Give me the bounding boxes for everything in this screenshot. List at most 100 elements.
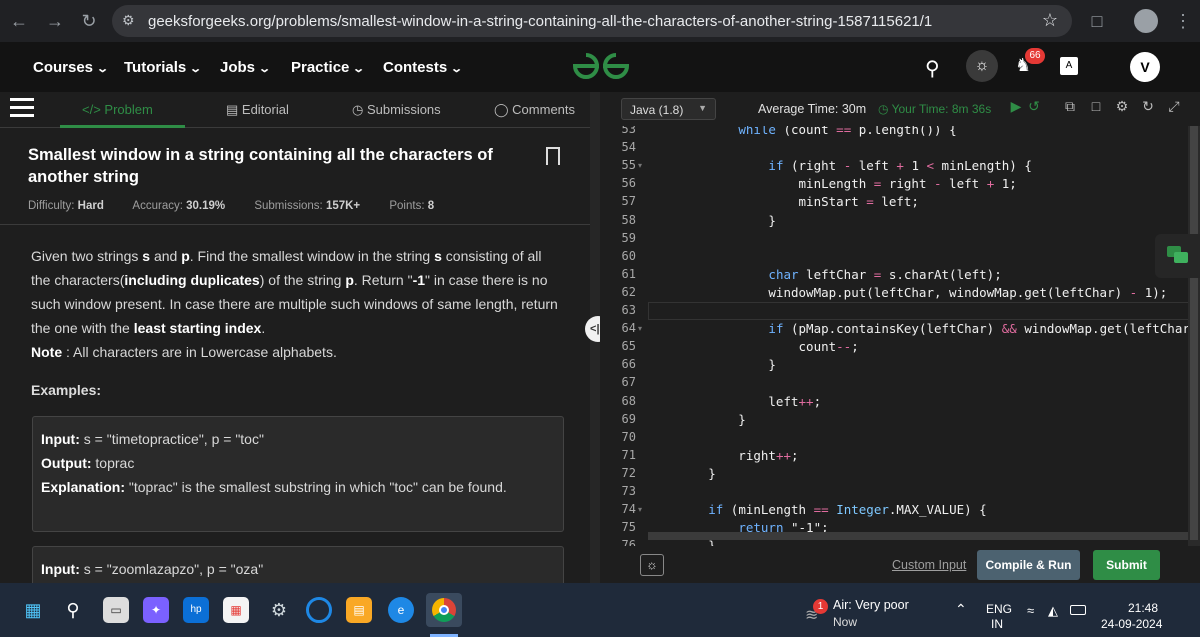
compile-run-button[interactable]: Compile & Run — [977, 550, 1080, 580]
code-line[interactable]: windowMap.put(leftChar, windowMap.get(le… — [648, 285, 1167, 300]
line-number: 70 — [621, 429, 636, 444]
tab-submissions[interactable]: ◷ Submissions — [352, 102, 441, 118]
windows-start-icon[interactable]: ▦ — [20, 597, 46, 623]
fold-arrow-icon[interactable]: ▾ — [638, 505, 642, 514]
edge-icon[interactable]: e — [388, 597, 414, 623]
example-box-2: Input: s = "zoomlazapzo", p = "oza" — [32, 546, 564, 586]
file-icon[interactable]: □ — [1088, 98, 1104, 116]
menu-tutorials[interactable]: Tutorials ⌄ — [124, 59, 202, 76]
timer-icon: ◷ — [878, 102, 892, 116]
fold-arrow-icon[interactable]: ▾ — [638, 161, 642, 170]
back-icon[interactable]: ← — [8, 10, 30, 32]
myhp-icon[interactable]: hp — [183, 597, 209, 623]
language-select[interactable]: Java (1.8) ▼ — [621, 98, 716, 120]
code-line[interactable]: if (minLength == Integer.MAX_VALUE) { — [648, 502, 987, 517]
search-icon[interactable]: ⚲ — [925, 56, 940, 81]
cortana-icon[interactable] — [306, 597, 332, 623]
more-menu-icon[interactable]: ⋮ — [1172, 10, 1194, 32]
theme-toggle-icon[interactable]: ☼ — [966, 50, 998, 82]
line-number: 59 — [621, 230, 636, 245]
settings-gear-icon[interactable]: ⚙ — [266, 597, 292, 623]
translate-icon[interactable]: A — [1060, 57, 1078, 75]
clock-icon: ◷ — [352, 102, 367, 117]
clock-time[interactable]: 21:48 — [1128, 601, 1158, 615]
settings-icon[interactable]: ⚙ — [1114, 98, 1130, 116]
code-line[interactable]: count--; — [648, 339, 859, 354]
code-line[interactable]: char leftChar = s.charAt(left); — [648, 267, 1001, 282]
refresh-icon[interactable]: ↻ — [1140, 98, 1156, 116]
fullscreen-icon[interactable]: ⤢ — [1166, 98, 1182, 116]
line-number: 60 — [621, 248, 636, 263]
menu-contests[interactable]: Contests ⌄ — [383, 59, 463, 76]
chevron-up-icon[interactable]: ⌃ — [955, 601, 967, 618]
tab-comments[interactable]: ◯ Comments — [494, 102, 575, 118]
average-time: Average Time: 30m — [758, 102, 867, 116]
chrome-icon[interactable] — [426, 593, 462, 627]
submissions-value: 157K+ — [325, 200, 361, 212]
code-line[interactable]: } — [648, 213, 776, 228]
points-value: 8 — [427, 200, 435, 212]
line-number: 61 — [621, 266, 636, 281]
file-explorer-icon[interactable]: ▤ — [346, 597, 372, 623]
store-icon[interactable]: ▦ — [223, 597, 249, 623]
extensions-icon[interactable]: □ — [1086, 10, 1108, 32]
code-line[interactable]: if (pMap.containsKey(leftChar) && window… — [648, 321, 1200, 336]
line-number: 58 — [621, 212, 636, 227]
hamburger-icon[interactable] — [10, 98, 34, 118]
code-line[interactable]: left++; — [648, 394, 821, 409]
code-line[interactable]: } — [648, 466, 716, 481]
lightbulb-icon[interactable]: ☼ — [640, 554, 664, 576]
browser-toolbar: ← → ↻ ⚙ geeksforgeeks.org/problems/small… — [0, 0, 1200, 42]
current-line-highlight — [648, 302, 1200, 320]
copilot-icon[interactable]: ✦ — [143, 597, 169, 623]
horizontal-scrollbar[interactable] — [648, 532, 1188, 540]
speaker-muted-icon[interactable]: ◭ — [1048, 603, 1058, 619]
submit-button[interactable]: Submit — [1093, 550, 1160, 580]
code-line[interactable]: right++; — [648, 448, 798, 463]
code-line[interactable]: } — [648, 357, 776, 372]
code-line[interactable]: minLength = right - left + 1; — [648, 176, 1017, 191]
copy-icon[interactable]: ⧉ — [1062, 98, 1078, 116]
line-number: 72 — [621, 465, 636, 480]
task-view-icon[interactable]: ▭ — [103, 597, 129, 623]
menu-practice[interactable]: Practice ⌄ — [291, 59, 365, 76]
problem-description: Given two strings s and p. Find the smal… — [31, 248, 558, 360]
menu-courses[interactable]: Courses ⌄ — [33, 59, 109, 76]
active-tab-indicator — [60, 125, 185, 128]
custom-input-link[interactable]: Custom Input — [892, 558, 966, 572]
reset-timer-icon[interactable]: ↺ — [1026, 98, 1042, 116]
clock-date[interactable]: 24-09-2024 — [1101, 617, 1162, 631]
profile-icon[interactable] — [1134, 9, 1158, 33]
wifi-icon[interactable]: ≈ — [1027, 603, 1034, 618]
gfg-logo[interactable] — [571, 50, 631, 90]
site-info-icon[interactable]: ⚙ — [122, 12, 140, 30]
reload-icon[interactable]: ↻ — [78, 10, 100, 32]
line-number: 73 — [621, 484, 636, 498]
region-indicator: IN — [991, 617, 1003, 631]
forward-icon[interactable]: → — [44, 10, 66, 32]
tab-editorial[interactable]: ▤ Editorial — [226, 102, 289, 118]
code-line[interactable]: minStart = left; — [648, 194, 919, 209]
tab-problem[interactable]: </> Problem — [82, 102, 153, 117]
code-line[interactable]: while (count == p.length()) { — [648, 126, 956, 137]
search-icon[interactable]: ⚲ — [60, 597, 86, 623]
language-indicator[interactable]: ENG — [986, 602, 1012, 616]
avatar[interactable]: V — [1130, 52, 1160, 82]
vertical-scrollbar-thumb[interactable] — [1190, 126, 1198, 540]
play-timer-icon[interactable]: ▶ — [1008, 98, 1024, 116]
code-line[interactable]: if (right - left + 1 < minLength) { — [648, 158, 1031, 173]
comment-icon: ◯ — [494, 102, 513, 117]
bookmark-icon[interactable] — [546, 147, 560, 165]
menu-jobs[interactable]: Jobs ⌄ — [220, 59, 271, 76]
code-editor[interactable]: 53 54 55 ▾ 56 57 58 59 60 61 62 63 64 ▾ 65 66 67 68 69 70 71… — [600, 126, 1200, 546]
bookmark-star-icon[interactable]: ☆ — [1042, 10, 1058, 31]
fold-arrow-icon[interactable]: ▾ — [638, 324, 642, 333]
chat-icon[interactable] — [1155, 234, 1200, 278]
code-line[interactable]: } — [648, 412, 746, 427]
battery-icon[interactable] — [1070, 605, 1086, 615]
weather-text[interactable]: Air: Very poor — [833, 598, 909, 612]
example-box-1: Input: s = "timetopractice", p = "toc" O… — [32, 416, 564, 532]
difficulty-value: Hard — [77, 200, 104, 212]
address-bar[interactable]: ⚙ geeksforgeeks.org/problems/smallest-wi… — [112, 5, 1072, 37]
line-number: 71 — [621, 447, 636, 462]
